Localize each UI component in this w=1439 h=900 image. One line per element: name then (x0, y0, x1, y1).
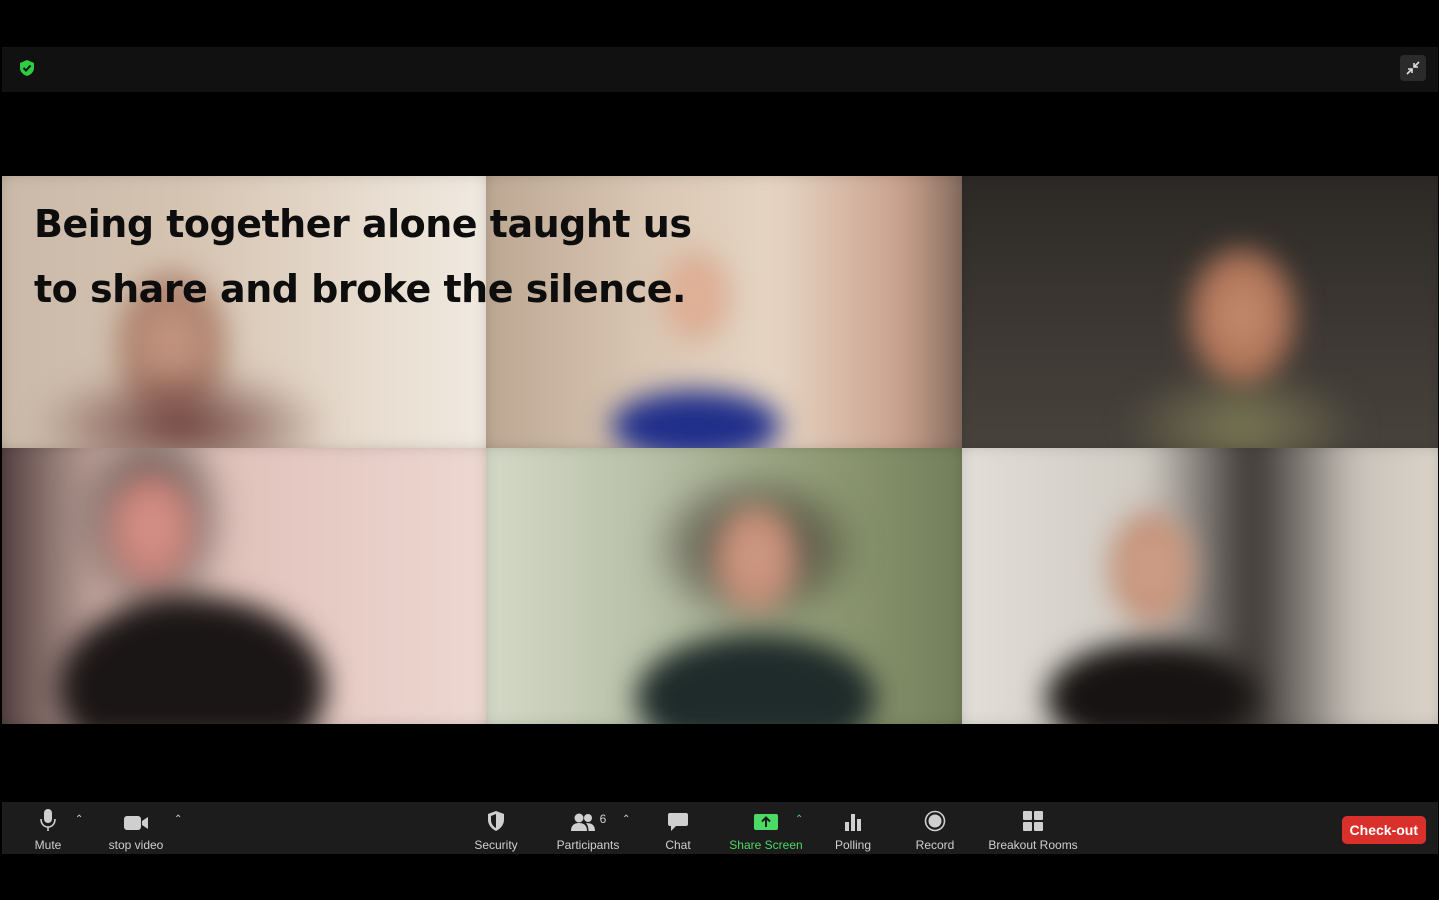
record-icon (924, 810, 946, 832)
bar-chart-icon (845, 814, 861, 831)
shield-check-icon[interactable] (18, 59, 36, 77)
breakout-rooms-grid-icon (1023, 811, 1043, 831)
breakout-rooms-label: Breakout Rooms (988, 838, 1078, 852)
security-button[interactable]: Security (468, 802, 524, 854)
participants-icon (570, 813, 595, 831)
record-button[interactable]: Record (912, 802, 958, 854)
chat-button[interactable]: Chat (658, 802, 698, 854)
record-label: Record (915, 838, 955, 852)
video-camera-icon (124, 816, 148, 830)
polling-button[interactable]: Polling (830, 802, 876, 854)
mute-label: Mute (34, 838, 62, 852)
meeting-top-bar (2, 47, 1438, 92)
slide-caption: Being together alone taught us to share a… (34, 192, 694, 322)
polling-label: Polling (834, 838, 872, 852)
chat-label: Chat (665, 838, 691, 852)
microphone-icon (40, 809, 56, 831)
meeting-toolbar: Mute ⌃ stop video ⌃ Security 6 Participa… (2, 802, 1438, 854)
participants-label: Participants (556, 838, 620, 852)
participants-button[interactable]: 6 Participants (550, 802, 626, 854)
participants-count: 6 (599, 812, 607, 826)
stop-video-label: stop video (108, 838, 164, 852)
caption-line-1: Being together alone taught us (34, 202, 692, 246)
participant-video-tile[interactable] (962, 176, 1438, 448)
participant-video-tile[interactable] (486, 448, 962, 724)
caption-line-2: to share and broke the silence. (34, 267, 686, 311)
collapse-arrows-icon (1406, 61, 1420, 75)
share-options-chevron-up-icon[interactable]: ⌃ (795, 814, 803, 825)
participants-options-chevron-up-icon[interactable]: ⌃ (622, 814, 630, 825)
share-screen-button[interactable]: Share Screen (724, 802, 808, 854)
shield-icon (488, 811, 504, 831)
mute-button[interactable]: Mute (28, 802, 68, 854)
audio-options-chevron-up-icon[interactable]: ⌃ (75, 814, 83, 825)
exit-fullscreen-button[interactable] (1400, 55, 1426, 81)
security-label: Security (474, 838, 518, 852)
participant-video-tile[interactable] (962, 448, 1438, 724)
share-screen-label: Share Screen (729, 838, 803, 852)
share-screen-icon (754, 814, 778, 830)
check-out-button[interactable]: Check-out (1341, 816, 1426, 844)
breakout-rooms-button[interactable]: Breakout Rooms (986, 802, 1080, 854)
chat-bubble-icon (668, 813, 688, 831)
video-options-chevron-up-icon[interactable]: ⌃ (174, 814, 182, 825)
stop-video-button[interactable]: stop video (102, 802, 170, 854)
participant-video-tile[interactable] (2, 448, 486, 724)
